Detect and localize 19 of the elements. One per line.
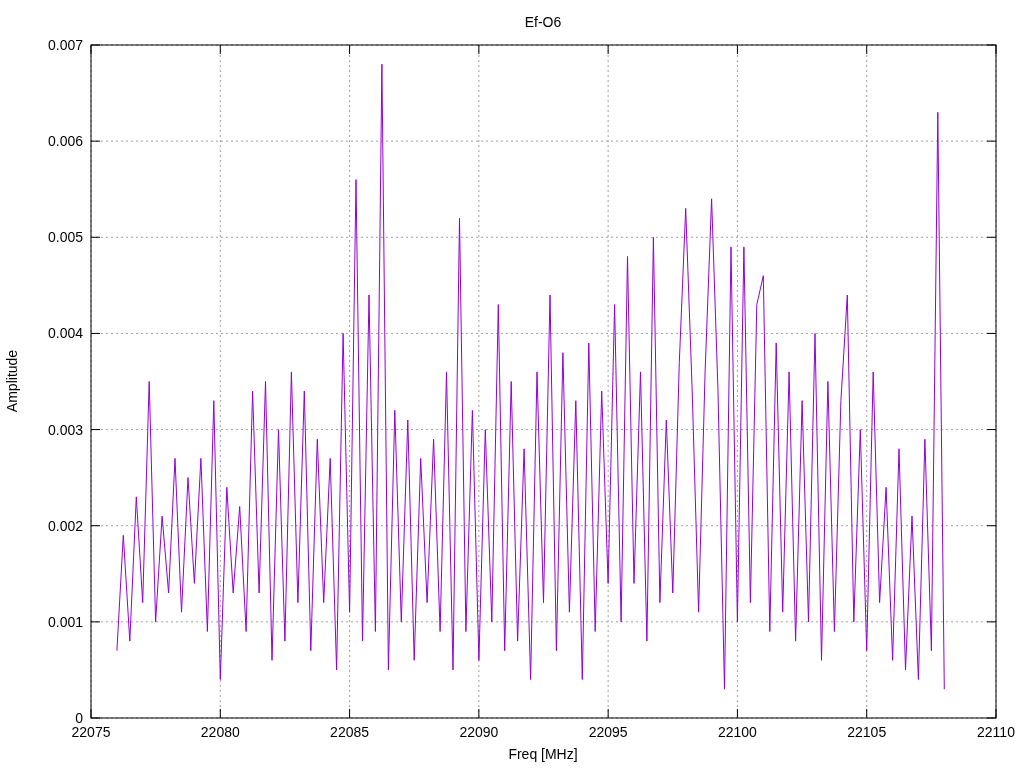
y-tick-label: 0.002 [47, 517, 83, 534]
x-axis-label: Freq [MHz] [508, 746, 578, 762]
x-tick-label: 22105 [847, 724, 887, 740]
x-tick-label: 22080 [200, 724, 240, 740]
x-tick-label: 22090 [459, 724, 499, 740]
y-axis-label: Amplitude [4, 349, 20, 413]
x-tick-label: 22110 [977, 724, 1015, 740]
x-tick-label: 22100 [717, 724, 757, 740]
y-tick-label: 0.001 [47, 613, 83, 630]
y-tick-label: 0.005 [47, 229, 83, 246]
y-tick-label: 0.004 [47, 325, 83, 342]
y-tick-label: 0.006 [47, 133, 83, 150]
y-tick-label: 0.003 [47, 421, 83, 438]
y-tick-label: 0.007 [47, 37, 83, 53]
x-tick-label: 22075 [71, 724, 111, 740]
y-tick-label: 0 [75, 710, 83, 726]
x-tick-label: 22085 [330, 724, 370, 740]
x-tick-label: 22095 [588, 724, 628, 740]
chart-title: Ef-O6 [524, 14, 562, 30]
